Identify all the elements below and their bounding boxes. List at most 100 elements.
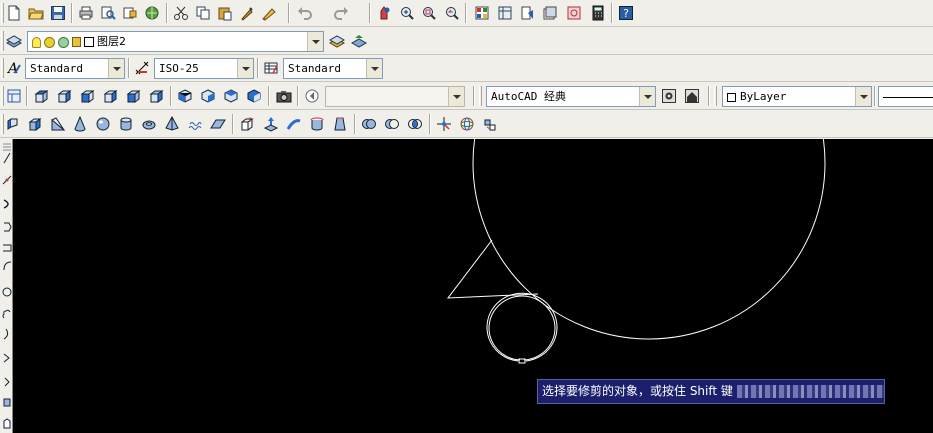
intersect-icon[interactable] bbox=[406, 115, 424, 133]
circle-icon[interactable] bbox=[1, 285, 12, 299]
design-center-icon[interactable] bbox=[496, 4, 514, 22]
revision-cloud-icon[interactable] bbox=[1, 307, 12, 321]
cone-icon[interactable] bbox=[71, 115, 89, 133]
right-view-icon[interactable] bbox=[101, 87, 119, 105]
3d-dwf-icon[interactable] bbox=[143, 4, 161, 22]
pan-icon[interactable] bbox=[375, 4, 393, 22]
workspace-home-icon[interactable] bbox=[683, 87, 701, 105]
pyramid-icon[interactable] bbox=[163, 115, 181, 133]
large-circle[interactable] bbox=[472, 139, 826, 340]
chevron-down-icon[interactable] bbox=[237, 59, 253, 78]
dimension-style-icon[interactable] bbox=[133, 59, 151, 77]
arc-icon[interactable] bbox=[1, 259, 12, 273]
top-view-icon[interactable] bbox=[32, 87, 50, 105]
named-view-dropdown[interactable] bbox=[325, 86, 465, 107]
layer-dropdown[interactable]: 图层2 bbox=[27, 31, 324, 52]
ellipse-icon[interactable] bbox=[1, 351, 12, 365]
new-icon[interactable] bbox=[5, 4, 23, 22]
toolbar-grip[interactable] bbox=[1, 58, 4, 78]
bottom-view-icon[interactable] bbox=[55, 87, 73, 105]
chevron-down-icon[interactable] bbox=[366, 59, 382, 78]
make-object-layer-current-icon[interactable] bbox=[328, 32, 346, 50]
chevron-down-icon[interactable] bbox=[855, 87, 871, 106]
sweep-icon[interactable] bbox=[285, 115, 303, 133]
sheet-set-icon[interactable] bbox=[541, 4, 559, 22]
chevron-down-icon[interactable] bbox=[307, 32, 323, 51]
3d-align-icon[interactable] bbox=[481, 115, 499, 133]
zoom-previous-icon[interactable] bbox=[443, 4, 461, 22]
tool-palettes-icon[interactable] bbox=[518, 4, 536, 22]
torus-icon[interactable] bbox=[140, 115, 158, 133]
open-icon[interactable] bbox=[27, 4, 45, 22]
construction-line-icon[interactable] bbox=[1, 173, 12, 187]
block-editor-icon[interactable] bbox=[260, 4, 278, 22]
toolbar-grip[interactable] bbox=[1, 31, 4, 51]
print-icon[interactable] bbox=[77, 4, 95, 22]
line-icon[interactable] bbox=[1, 151, 12, 165]
named-views-icon[interactable] bbox=[5, 87, 23, 105]
extrude-icon[interactable] bbox=[238, 115, 256, 133]
camera-icon[interactable] bbox=[275, 87, 293, 105]
table-style-dropdown[interactable]: Standard bbox=[283, 58, 383, 79]
polygon-icon[interactable] bbox=[1, 219, 12, 233]
left-view-icon[interactable] bbox=[78, 87, 96, 105]
front-view-icon[interactable] bbox=[124, 87, 142, 105]
back-view-icon[interactable] bbox=[147, 87, 165, 105]
toolbar-grip[interactable] bbox=[479, 86, 482, 106]
properties-icon[interactable] bbox=[473, 4, 491, 22]
revolve-icon[interactable] bbox=[308, 115, 326, 133]
chevron-down-icon[interactable] bbox=[448, 87, 464, 106]
plot-preview-icon[interactable] bbox=[99, 4, 117, 22]
layer-previous-icon[interactable] bbox=[350, 32, 368, 50]
sw-iso-view-icon[interactable] bbox=[176, 87, 194, 105]
subtract-icon[interactable] bbox=[383, 115, 401, 133]
polysolid-icon[interactable] bbox=[4, 115, 22, 133]
se-iso-view-icon[interactable] bbox=[199, 87, 217, 105]
spline-icon[interactable] bbox=[1, 327, 12, 341]
ellipse-arc-icon[interactable] bbox=[1, 375, 12, 389]
table-style-icon[interactable] bbox=[262, 59, 280, 77]
workspace-settings-icon[interactable] bbox=[660, 87, 678, 105]
small-circle[interactable] bbox=[486, 292, 558, 362]
help-icon[interactable]: ? bbox=[617, 4, 635, 22]
ucs-view-icon[interactable] bbox=[303, 87, 321, 105]
color-control-dropdown[interactable]: ByLayer bbox=[722, 86, 872, 107]
linetype-control-dropdown[interactable] bbox=[878, 86, 933, 107]
3d-move-icon[interactable] bbox=[435, 115, 453, 133]
union-icon[interactable] bbox=[360, 115, 378, 133]
layer-manager-icon[interactable] bbox=[5, 32, 23, 50]
zoom-window-icon[interactable] bbox=[420, 4, 438, 22]
box-icon[interactable] bbox=[26, 115, 44, 133]
chevron-down-icon[interactable] bbox=[639, 87, 655, 106]
text-style-icon[interactable]: A bbox=[5, 59, 23, 77]
match-properties-icon[interactable] bbox=[238, 4, 256, 22]
planar-surface-icon[interactable] bbox=[209, 115, 227, 133]
triangle-polyline[interactable] bbox=[446, 239, 539, 299]
workspace-dropdown[interactable]: AutoCAD 经典 bbox=[486, 86, 656, 107]
ne-iso-view-icon[interactable] bbox=[222, 87, 240, 105]
text-style-dropdown[interactable]: Standard bbox=[25, 58, 125, 79]
cut-icon[interactable] bbox=[172, 4, 190, 22]
save-icon[interactable] bbox=[49, 4, 67, 22]
zoom-realtime-icon[interactable] bbox=[398, 4, 416, 22]
dimension-style-dropdown[interactable]: ISO-25 bbox=[154, 58, 254, 79]
cylinder-icon[interactable] bbox=[117, 115, 135, 133]
toolbar-grip[interactable] bbox=[1, 3, 4, 23]
presspull-icon[interactable] bbox=[262, 115, 280, 133]
redo-icon[interactable] bbox=[332, 4, 350, 22]
toolbar-grip[interactable] bbox=[1, 86, 4, 106]
markup-icon[interactable] bbox=[565, 4, 583, 22]
undo-icon[interactable] bbox=[296, 4, 314, 22]
loft-icon[interactable] bbox=[331, 115, 349, 133]
chevron-down-icon[interactable] bbox=[108, 59, 124, 78]
wedge-icon[interactable] bbox=[49, 115, 67, 133]
calculator-icon[interactable] bbox=[589, 4, 607, 22]
polyline-icon[interactable] bbox=[1, 197, 12, 211]
copy-icon[interactable] bbox=[194, 4, 212, 22]
rectangle-icon[interactable] bbox=[1, 241, 12, 255]
nw-iso-view-icon[interactable] bbox=[245, 87, 263, 105]
publish-icon[interactable] bbox=[121, 4, 139, 22]
make-block-icon[interactable] bbox=[1, 417, 12, 431]
toolbar-grip[interactable] bbox=[714, 86, 717, 106]
sphere-icon[interactable] bbox=[94, 115, 112, 133]
